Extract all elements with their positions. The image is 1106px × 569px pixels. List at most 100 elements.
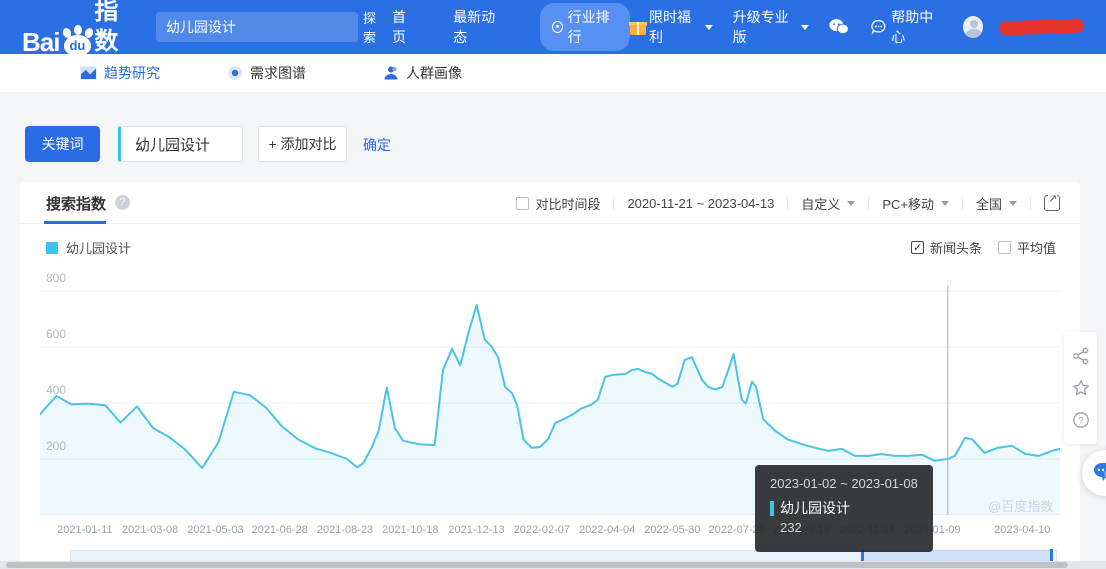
series-legend-label: 幼儿园设计	[66, 241, 132, 256]
trend-chart-icon	[80, 66, 97, 80]
news-headlines-label: 新闻头条	[929, 241, 982, 256]
tooltip-value: 232	[780, 520, 802, 535]
region-dropdown[interactable]: 全国	[976, 194, 1017, 213]
person-icon	[384, 66, 398, 80]
subnav-crowd-label: 人群画像	[406, 65, 462, 81]
x-axis-label: 2023-04-10	[994, 524, 1051, 536]
subnav-crowd-portrait[interactable]: 人群画像	[383, 54, 462, 92]
nav-latest-news[interactable]: 最新动态	[453, 7, 504, 47]
nav-limited-welfare[interactable]: 限时福利	[628, 7, 713, 47]
watermark: @百度指数	[988, 499, 1054, 514]
divider	[961, 196, 963, 210]
subnav-trend-label: 趋势研究	[104, 65, 160, 81]
card-header: 搜索指数 ? 对比时间段 2020-11-21 ~ 2023-04-13 自定义…	[20, 182, 1080, 224]
news-headlines-checkbox[interactable]: 新闻头条	[910, 238, 982, 257]
share-icon[interactable]	[1072, 347, 1090, 365]
sub-nav: 趋势研究 需求图谱 人群画像	[0, 54, 1106, 92]
gift-icon	[628, 20, 647, 35]
baidu-index-page: Bai du 指数 探索 首页 最新动态 行业排行 限时福利	[0, 0, 1106, 569]
search-index-card: 搜索指数 ? 对比时间段 2020-11-21 ~ 2023-04-13 自定义…	[20, 182, 1080, 569]
subnav-trend-research[interactable]: 趋势研究	[80, 54, 160, 92]
scrollbar-thumb[interactable]	[6, 562, 1068, 568]
nav-upgrade-pro[interactable]: 升级专业版	[733, 7, 810, 47]
wechat-icon[interactable]	[829, 18, 850, 36]
nav-industry-ranking[interactable]: 行业排行	[539, 3, 630, 51]
subnav-demand-graph[interactable]: 需求图谱	[227, 54, 306, 92]
tooltip-series-marker	[770, 500, 774, 516]
chart-controls: 对比时间段 2020-11-21 ~ 2023-04-13 自定义 PC+移动 …	[516, 182, 1060, 224]
divider	[1030, 196, 1031, 210]
device-label: PC+移动	[882, 196, 934, 212]
chevron-down-icon	[1009, 200, 1017, 206]
chevron-down-icon	[847, 200, 856, 206]
subnav-demand-label: 需求图谱	[250, 65, 306, 81]
nav-home[interactable]: 首页	[392, 7, 417, 47]
device-dropdown[interactable]: PC+移动	[882, 194, 949, 213]
date-range-value[interactable]: 2020-11-21 ~ 2023-04-13	[627, 196, 774, 211]
baidu-index-logo[interactable]: Bai du 指数	[22, 0, 138, 57]
ranking-badge-icon	[551, 21, 563, 33]
custom-range-label: 自定义	[801, 196, 841, 212]
chart-tooltip: 2023-01-02 ~ 2023-01-08 幼儿园设计 232	[755, 465, 933, 552]
help-center-link[interactable]: 帮助中心	[870, 7, 943, 47]
search-input[interactable]	[165, 19, 347, 35]
average-checkbox[interactable]: 平均值	[997, 238, 1056, 257]
add-compare-label: + 添加对比	[268, 136, 337, 152]
customer-service-chat-button[interactable]	[1082, 450, 1106, 496]
divider	[613, 196, 615, 210]
top-nav: 首页 最新动态 行业排行	[392, 3, 630, 51]
average-label: 平均值	[1016, 241, 1056, 256]
y-axis-label: 200	[46, 439, 67, 453]
logo-text-suffix: 指数	[94, 0, 119, 55]
export-icon[interactable]	[1044, 192, 1060, 211]
radar-dot-icon	[228, 66, 242, 80]
logo-text-du: du	[69, 38, 86, 53]
active-tab-underline	[44, 221, 106, 224]
top-header: Bai du 指数 探索 首页 最新动态 行业排行 限时福利	[0, 0, 1106, 57]
baidu-paw-icon: du	[61, 25, 95, 57]
tooltip-series-name: 幼儿园设计	[780, 500, 850, 516]
chevron-down-icon	[801, 24, 810, 30]
tab-search-index[interactable]: 搜索指数	[46, 193, 106, 214]
series-legend[interactable]: 幼儿园设计	[46, 238, 131, 257]
redacted-username	[998, 18, 1085, 36]
user-avatar[interactable]	[962, 16, 983, 38]
y-axis-label: 600	[46, 327, 67, 341]
add-compare-button[interactable]: + 添加对比	[258, 126, 347, 162]
checkbox-checked-icon	[910, 241, 924, 254]
chat-bubbles-icon	[1094, 462, 1106, 481]
favorite-star-icon[interactable]	[1072, 379, 1090, 397]
overlay-toggles: 新闻头条 平均值	[910, 238, 1056, 257]
help-center-label: 帮助中心	[891, 9, 934, 45]
divider	[868, 196, 870, 210]
tooltip-date-range: 2023-01-02 ~ 2023-01-08	[770, 476, 918, 491]
confirm-link[interactable]: 确定	[363, 135, 391, 155]
compare-period-checkbox[interactable]: 对比时间段	[516, 194, 600, 213]
header-right: 限时福利 升级专业版 帮助中心	[628, 7, 1085, 47]
custom-range-dropdown[interactable]: 自定义	[801, 194, 856, 213]
compare-period-label: 对比时间段	[535, 196, 601, 212]
y-axis-label: 800	[46, 271, 67, 285]
floating-toolbar: ?	[1064, 332, 1097, 444]
svg-text:?: ?	[1078, 416, 1083, 426]
series-color-swatch	[46, 241, 58, 254]
nav-upgrade-pro-label: 升级专业版	[732, 9, 789, 45]
logo-text-bai: Bai	[22, 27, 60, 57]
nav-limited-welfare-label: 限时福利	[649, 9, 691, 45]
keyword-button[interactable]: 关键词	[25, 126, 100, 162]
keyword-chip[interactable]: 幼儿园设计	[118, 126, 243, 162]
help-bubble-icon	[871, 19, 886, 35]
header-search-box[interactable]: 探索	[155, 11, 376, 45]
help-circle-icon[interactable]: ?	[1072, 411, 1090, 429]
nav-industry-ranking-label: 行业排行	[567, 9, 610, 45]
horizontal-scrollbar[interactable]	[0, 561, 1106, 569]
keyword-chip-label: 幼儿园设计	[135, 136, 211, 154]
divider	[787, 196, 789, 210]
checkbox-icon	[997, 241, 1011, 254]
checkbox-icon	[516, 196, 530, 210]
chevron-down-icon	[704, 24, 713, 30]
search-button[interactable]: 探索	[363, 8, 376, 46]
chevron-down-icon	[940, 200, 949, 206]
y-axis-label: 400	[46, 383, 67, 397]
question-circle-icon[interactable]: ?	[115, 195, 130, 210]
